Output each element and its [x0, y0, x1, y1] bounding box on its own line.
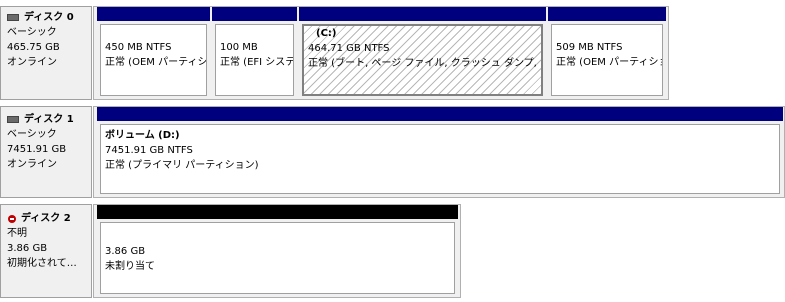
disk-info-0[interactable]: ディスク 0 ベーシック 465.75 GB オンライン — [0, 6, 92, 100]
partition-bar — [212, 7, 297, 21]
disk-partitions-2: 3.86 GB 未割り当て — [93, 204, 461, 298]
disk-status: オンライン — [7, 159, 57, 170]
disk-size: 465.75 GB — [7, 42, 60, 53]
partition-body: 509 MB NTFS 正常 (OEM パーティション) — [551, 24, 663, 96]
partition-bar — [548, 7, 666, 21]
disk-partitions-0: 450 MB NTFS 正常 (OEM パーティション) 100 MB 正常 (… — [93, 6, 669, 100]
disk-status: オンライン — [7, 57, 57, 68]
partition-body: ボリューム (D:) 7451.91 GB NTFS 正常 (プライマリ パーテ… — [100, 124, 780, 194]
partition-size: 450 MB NTFS — [105, 42, 172, 53]
disk-name: ディスク 2 — [21, 213, 71, 224]
partition-status: 正常 (OEM パーティション) — [105, 57, 207, 68]
disk-name: ディスク 0 — [24, 12, 74, 23]
disk-info-2[interactable]: ディスク 2 不明 3.86 GB 初期化されて… — [0, 204, 92, 298]
unknown-disk-icon — [7, 214, 17, 224]
disk-partitions-1: ボリューム (D:) 7451.91 GB NTFS 正常 (プライマリ パーテ… — [93, 106, 785, 198]
partition-status: 正常 (EFI システム パーティション) — [220, 57, 293, 68]
disk-row-1: ディスク 1 ベーシック 7451.91 GB オンライン ボリューム (D:)… — [0, 106, 785, 198]
partition-size: 464.71 GB NTFS — [308, 43, 390, 54]
drive-icon — [7, 14, 19, 21]
partition-label — [105, 25, 206, 40]
partition-oem-1[interactable]: 450 MB NTFS 正常 (OEM パーティション) — [97, 7, 210, 99]
disk-type: ベーシック — [7, 129, 57, 140]
partition-bar — [97, 107, 783, 121]
drive-icon — [7, 116, 19, 123]
partition-status: 正常 (OEM パーティション) — [556, 57, 662, 68]
partition-size: 509 MB NTFS — [556, 42, 623, 53]
partition-oem-2[interactable]: 509 MB NTFS 正常 (OEM パーティション) — [548, 7, 666, 99]
partition-size: 100 MB — [220, 42, 258, 53]
partition-label: ボリューム (D:) — [105, 130, 180, 141]
partition-body: 450 MB NTFS 正常 (OEM パーティション) — [100, 24, 207, 96]
partition-status: 未割り当て — [105, 261, 155, 272]
partition-d[interactable]: ボリューム (D:) 7451.91 GB NTFS 正常 (プライマリ パーテ… — [97, 107, 783, 197]
disk-status: 初期化されて… — [7, 258, 77, 269]
disk-name-line: ディスク 0 — [7, 10, 91, 25]
disk-type: ベーシック — [7, 27, 57, 38]
partition-body: 100 MB 正常 (EFI システム パーティション) — [215, 24, 294, 96]
partition-bar — [97, 7, 210, 21]
disk-row-2: ディスク 2 不明 3.86 GB 初期化されて… 3.86 GB 未割り当て — [0, 204, 785, 298]
partition-size: 3.86 GB — [105, 246, 146, 257]
partition-body: (C:) 464.71 GB NTFS 正常 (ブート, ページ ファイル, ク… — [302, 24, 543, 96]
disk-size: 3.86 GB — [7, 243, 48, 254]
partition-bar — [299, 7, 546, 21]
disk-row-0: ディスク 0 ベーシック 465.75 GB オンライン 450 MB NTFS… — [0, 6, 785, 100]
disk-name-line: ディスク 1 — [7, 112, 91, 127]
partition-label — [220, 25, 293, 40]
disk-type: 不明 — [7, 228, 27, 239]
disk-name: ディスク 1 — [24, 114, 74, 125]
partition-unallocated[interactable]: 3.86 GB 未割り当て — [97, 205, 458, 297]
partition-efi[interactable]: 100 MB 正常 (EFI システム パーティション) — [212, 7, 297, 99]
disk-info-1[interactable]: ディスク 1 ベーシック 7451.91 GB オンライン — [0, 106, 92, 198]
partition-status: 正常 (ブート, ページ ファイル, クラッシュ ダンプ, プライマリ パーティ… — [308, 58, 541, 69]
partition-status: 正常 (プライマリ パーティション) — [105, 160, 259, 171]
partition-label — [556, 25, 662, 40]
partition-size: 7451.91 GB NTFS — [105, 145, 193, 156]
disk-name-line: ディスク 2 — [7, 211, 91, 226]
partition-bar — [97, 205, 458, 219]
partition-body: 3.86 GB 未割り当て — [100, 222, 455, 294]
partition-c[interactable]: (C:) 464.71 GB NTFS 正常 (ブート, ページ ファイル, ク… — [299, 7, 546, 99]
disk-size: 7451.91 GB — [7, 144, 67, 155]
partition-label: (C:) — [316, 28, 337, 39]
